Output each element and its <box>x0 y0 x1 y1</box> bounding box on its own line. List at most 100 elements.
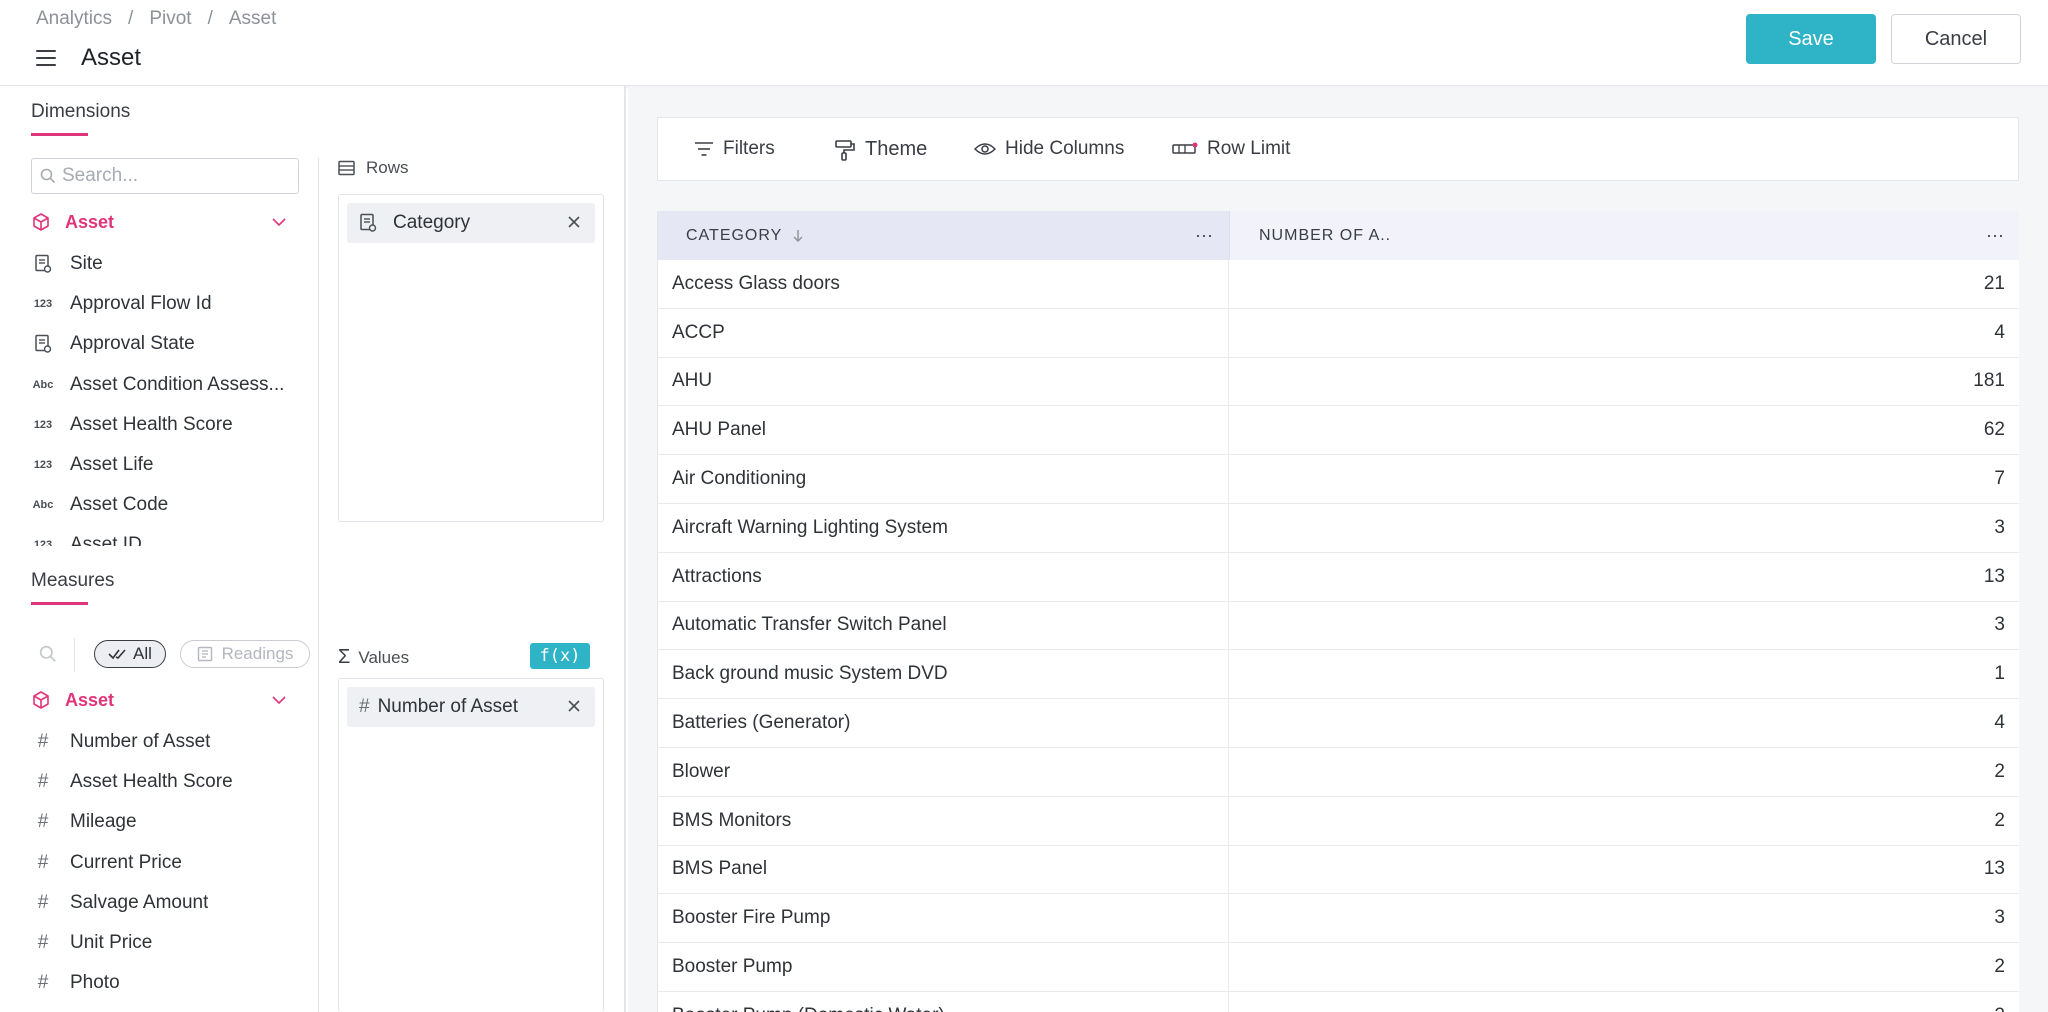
breadcrumb-pivot[interactable]: Pivot <box>149 8 191 30</box>
filter-icon <box>695 142 713 156</box>
theme-button[interactable]: Theme <box>834 138 927 161</box>
sort-down-icon[interactable] <box>792 229 804 243</box>
category-cell: AHU <box>658 357 1229 406</box>
dimension-item[interactable]: 123 Asset ID <box>31 525 301 546</box>
dimension-search-input[interactable] <box>62 165 282 187</box>
dimension-item[interactable]: Abc Asset Condition Assess... <box>31 365 301 405</box>
category-cell: Aircraft Warning Lighting System <box>658 503 1229 552</box>
menu-icon[interactable] <box>36 50 56 66</box>
dimension-item[interactable]: Site <box>31 244 301 284</box>
rows-drop-zone[interactable]: Category <box>338 194 604 522</box>
column-header-number[interactable]: NUMBER OF A.. ··· <box>1229 211 2019 260</box>
table-row[interactable]: AHU 181 <box>658 357 2019 407</box>
category-cell: Booster Pump (Domestic Water) <box>658 991 1229 1012</box>
column-menu-icon[interactable]: ··· <box>1986 225 2004 246</box>
table-row[interactable]: Air Conditioning 7 <box>658 455 2019 504</box>
hide-columns-button[interactable]: Hide Columns <box>974 138 1124 160</box>
rows-label: Rows <box>338 158 409 178</box>
dimension-item[interactable]: Abc Asset Code <box>31 485 301 525</box>
table-row[interactable]: BMS Monitors 2 <box>658 796 2019 846</box>
close-icon[interactable] <box>567 699 581 713</box>
cube-icon <box>33 691 49 709</box>
dimension-search[interactable] <box>31 158 299 194</box>
dimension-group-asset[interactable]: Asset <box>31 208 287 236</box>
check-icon <box>108 649 126 660</box>
lookup-icon <box>31 334 55 354</box>
filters-button[interactable]: Filters <box>694 138 775 160</box>
number-type-icon: 123 <box>33 459 53 472</box>
close-icon[interactable] <box>567 215 581 229</box>
measure-group-asset[interactable]: Asset <box>31 686 287 714</box>
table-row[interactable]: Booster Pump 2 <box>658 943 2019 992</box>
dimension-item[interactable]: 123 Approval Flow Id <box>31 284 301 324</box>
measure-item[interactable]: # Unit Price <box>31 923 301 963</box>
table-row[interactable]: Attractions 13 <box>658 552 2019 602</box>
measures-underline <box>31 602 88 605</box>
table-row[interactable]: Access Glass doors 21 <box>658 260 2019 309</box>
category-cell: Attractions <box>658 552 1229 601</box>
measure-item[interactable]: # Photo <box>31 963 301 1003</box>
search-icon[interactable] <box>39 645 57 663</box>
breadcrumb: Analytics / Pivot / Asset <box>36 8 276 30</box>
table-row[interactable]: BMS Panel 13 <box>658 845 2019 895</box>
column-menu-icon[interactable]: ··· <box>1195 225 1213 246</box>
count-cell: 13 <box>1983 858 2005 880</box>
measure-item[interactable]: # Current Price <box>31 843 301 883</box>
measure-item[interactable]: # Salvage Amount <box>31 883 301 923</box>
category-cell: AHU Panel <box>658 406 1229 455</box>
sigma-icon: Σ <box>338 646 351 668</box>
table-row[interactable]: Back ground music System DVD 1 <box>658 650 2019 700</box>
table-row[interactable]: Booster Fire Pump 3 <box>658 894 2019 944</box>
search-icon <box>40 168 56 184</box>
category-cell: Back ground music System DVD <box>658 650 1229 699</box>
measure-item[interactable]: # Number of Asset <box>31 722 301 762</box>
hash-icon: # <box>359 696 370 717</box>
category-cell: Air Conditioning <box>658 455 1229 503</box>
chevron-down-icon[interactable] <box>271 692 287 708</box>
count-cell: 1 <box>1994 663 2005 685</box>
dimension-item[interactable]: 123 Asset Health Score <box>31 405 301 445</box>
hash-icon: # <box>37 932 49 954</box>
count-cell: 3 <box>1994 516 2005 538</box>
table-row[interactable]: Aircraft Warning Lighting System 3 <box>658 503 2019 553</box>
table-row[interactable]: Blower 2 <box>658 747 2019 797</box>
breadcrumb-analytics[interactable]: Analytics <box>36 8 112 30</box>
filter-readings-pill[interactable]: Readings <box>180 640 310 668</box>
table-body: Access Glass doors 21 ACCP 4 AHU 181 AHU Panel… <box>658 260 2019 1012</box>
measure-item[interactable]: # Asset Health Score <box>31 762 301 802</box>
table-row[interactable]: Booster Pump (Domestic Water)2 <box>658 991 2019 1012</box>
table-row[interactable]: Batteries (Generator) 4 <box>658 699 2019 748</box>
category-cell: Blower <box>658 747 1229 796</box>
dimension-item[interactable]: 123 Asset Life <box>31 445 301 485</box>
formula-button[interactable]: f(x) <box>530 643 590 669</box>
measure-item[interactable]: # Mileage <box>31 802 301 842</box>
lookup-icon <box>31 254 55 274</box>
column-header-category[interactable]: CATEGORY ··· <box>658 211 1229 260</box>
dimension-group-label: Asset <box>65 211 115 232</box>
values-chip-number-of-asset[interactable]: # Number of Asset <box>347 687 595 727</box>
preview-panel: Filters Theme Hide Columns Row Limit CAT… <box>628 86 2048 1012</box>
dimensions-title: Dimensions <box>31 101 131 122</box>
readings-icon <box>197 646 212 662</box>
cancel-button[interactable]: Cancel <box>1891 14 2021 64</box>
number-type-icon: 123 <box>33 539 53 546</box>
row-limit-button[interactable]: Row Limit <box>1172 138 1290 160</box>
save-button[interactable]: Save <box>1746 14 1876 64</box>
chevron-down-icon[interactable] <box>271 214 287 230</box>
count-cell: 181 <box>1973 370 2005 392</box>
table-row[interactable]: ACCP 4 <box>658 308 2019 358</box>
dimension-item[interactable]: Approval State <box>31 324 301 364</box>
filter-all-pill[interactable]: All <box>94 640 166 668</box>
hash-icon: # <box>37 972 49 994</box>
count-cell: 2 <box>1229 992 2019 1012</box>
hash-icon: # <box>37 771 49 793</box>
page-title: Asset <box>81 44 142 71</box>
count-cell: 13 <box>1983 565 2005 587</box>
divider <box>74 638 75 672</box>
top-header: Analytics / Pivot / Asset Asset Save Can… <box>0 0 2048 86</box>
table-row[interactable]: AHU Panel 62 <box>658 406 2019 456</box>
values-drop-zone[interactable]: # Number of Asset <box>338 678 604 1012</box>
rows-chip-category[interactable]: Category <box>347 203 595 243</box>
values-label: Σ Values <box>338 646 410 668</box>
table-row[interactable]: Automatic Transfer Switch Panel 3 <box>658 601 2019 651</box>
